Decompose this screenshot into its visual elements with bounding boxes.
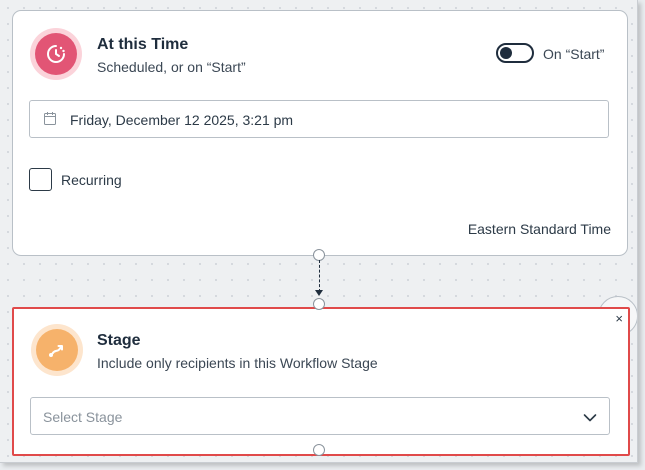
close-icon[interactable]: × [615, 311, 623, 326]
card-subtitle: Scheduled, or on “Start” [97, 59, 246, 75]
card-subtitle: Include only recipients in this Workflow… [97, 355, 378, 371]
clock-icon [30, 28, 82, 80]
input-connector[interactable] [313, 298, 325, 310]
workflow-canvas: At this Time Scheduled, or on “Start” On… [0, 0, 638, 463]
toggle-knob [500, 47, 512, 59]
recurring-label: Recurring [61, 172, 122, 188]
route-icon [31, 324, 83, 376]
stage-select[interactable]: Select Stage [30, 397, 610, 435]
connector-line [319, 260, 320, 292]
at-this-time-card[interactable]: At this Time Scheduled, or on “Start” On… [12, 10, 628, 256]
connector-arrow [315, 290, 323, 296]
chevron-down-icon [583, 410, 597, 428]
card-title: At this Time [97, 36, 189, 53]
recurring-checkbox[interactable] [29, 168, 52, 191]
output-connector-bottom[interactable] [313, 444, 325, 456]
date-time-field[interactable]: Friday, December 12 2025, 3:21 pm [29, 100, 609, 138]
start-toggle[interactable] [496, 43, 534, 63]
toggle-label: On “Start” [543, 46, 605, 62]
timezone-label: Eastern Standard Time [467, 221, 611, 237]
select-placeholder: Select Stage [43, 409, 123, 425]
stage-card[interactable]: × Stage Include only recipients in this … [12, 307, 630, 456]
calendar-icon [44, 112, 56, 130]
date-value: Friday, December 12 2025, 3:21 pm [70, 112, 294, 128]
card-title: Stage [97, 332, 141, 349]
